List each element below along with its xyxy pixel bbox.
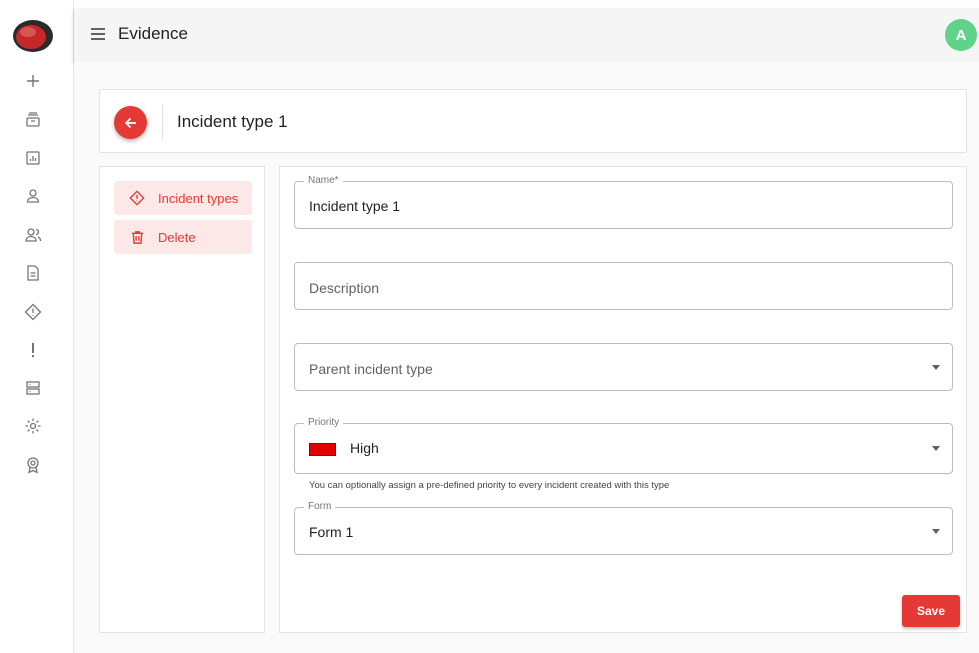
priority-color-swatch xyxy=(309,443,336,456)
exclamation-icon[interactable] xyxy=(22,339,44,361)
form-select[interactable]: Form Form 1 xyxy=(294,501,953,555)
incident-type-form: Name* Incident type 1 Description Parent… xyxy=(279,166,967,633)
users-icon[interactable] xyxy=(22,224,44,246)
side-nav-item-incident-types[interactable]: Incident types xyxy=(114,181,252,215)
avatar[interactable]: A xyxy=(945,19,977,51)
priority-helper-text: You can optionally assign a pre-defined … xyxy=(309,480,670,491)
gear-icon[interactable] xyxy=(22,415,44,437)
chevron-down-icon xyxy=(932,446,940,451)
back-button[interactable] xyxy=(114,106,147,139)
warning-diamond-icon xyxy=(128,189,146,207)
arrow-left-icon xyxy=(124,117,136,128)
name-value: Incident type 1 xyxy=(309,198,401,214)
server-icon[interactable] xyxy=(22,377,44,399)
save-button[interactable]: Save xyxy=(902,595,960,627)
priority-select[interactable]: Priority High xyxy=(294,417,953,474)
chevron-down-icon xyxy=(932,529,940,534)
top-app-bar: Evidence A xyxy=(74,8,979,62)
description-placeholder: Description xyxy=(309,280,380,296)
side-nav: Incident types Delete xyxy=(99,166,265,633)
name-field[interactable]: Name* Incident type 1 xyxy=(294,175,953,229)
page-header: Incident type 1 xyxy=(99,89,967,153)
priority-label: Priority xyxy=(304,417,344,429)
form-value: Form 1 xyxy=(309,524,354,540)
chevron-down-icon xyxy=(932,365,940,370)
plus-icon[interactable] xyxy=(22,70,44,92)
badge-icon[interactable] xyxy=(22,454,44,476)
report-icon[interactable] xyxy=(22,147,44,169)
parent-placeholder: Parent incident type xyxy=(309,361,433,377)
header-divider xyxy=(162,104,163,140)
trash-icon xyxy=(128,228,146,246)
name-label: Name* xyxy=(304,175,343,187)
app-logo[interactable] xyxy=(12,18,54,54)
side-nav-item-delete[interactable]: Delete xyxy=(114,220,252,254)
app-title: Evidence xyxy=(118,24,188,43)
document-icon[interactable] xyxy=(22,262,44,284)
menu-icon[interactable] xyxy=(88,24,108,44)
archive-icon[interactable] xyxy=(22,109,44,131)
navigation-rail xyxy=(0,0,74,653)
side-nav-item-label: Incident types xyxy=(158,190,239,206)
side-nav-item-label: Delete xyxy=(158,229,196,245)
page-title: Incident type 1 xyxy=(177,112,288,131)
priority-value: High xyxy=(350,440,379,456)
form-label: Form xyxy=(304,501,336,513)
user-icon[interactable] xyxy=(22,185,44,207)
description-field[interactable]: Description xyxy=(294,262,953,310)
warning-diamond-icon[interactable] xyxy=(22,301,44,323)
parent-incident-type-select[interactable]: Parent incident type xyxy=(294,343,953,391)
